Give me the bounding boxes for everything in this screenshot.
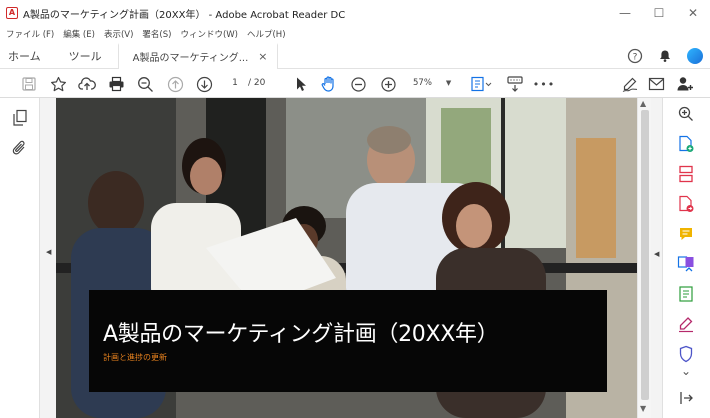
menu-window[interactable]: ウィンドウ(W) <box>180 28 238 40</box>
share-user-icon[interactable] <box>674 73 696 95</box>
toolbar: 1 / 20 57% ▼ ••• <box>0 69 710 98</box>
create-pdf-icon[interactable] <box>676 134 696 154</box>
window-controls: — ☐ ✕ <box>608 0 710 26</box>
tab-bar-right: ? <box>620 43 710 69</box>
page-down-icon[interactable] <box>193 73 215 95</box>
minimize-button[interactable]: — <box>608 0 642 26</box>
left-navigation-pane <box>0 98 40 418</box>
tab-bar: ホーム ツール A製品のマーケティング... × ? <box>0 42 710 69</box>
sign-icon[interactable] <box>619 73 641 95</box>
menu-view[interactable]: 表示(V) <box>104 28 133 40</box>
chevron-down-icon: ▼ <box>445 79 452 87</box>
acrobat-icon: A <box>6 7 18 19</box>
print-icon[interactable] <box>105 73 127 95</box>
title-bar: A A製品のマーケティング計画（20XX年） - Adobe Acrobat R… <box>0 0 710 26</box>
menu-bar: ファイル (F) 編集 (E) 表示(V) 署名(S) ウィンドウ(W) ヘルプ… <box>0 26 295 42</box>
menu-help[interactable]: ヘルプ(H) <box>247 28 286 40</box>
zoom-select[interactable]: 57% ▼ <box>413 75 459 91</box>
tab-home[interactable]: ホーム <box>0 43 55 69</box>
close-window-button[interactable]: ✕ <box>676 0 710 26</box>
save-icon[interactable] <box>18 73 40 95</box>
zoom-out-magnifier-icon[interactable] <box>134 73 156 95</box>
scroll-thumb[interactable] <box>641 110 649 400</box>
zoom-out-icon[interactable] <box>347 73 369 95</box>
zoom-value: 57% <box>413 78 432 88</box>
zoom-search-icon[interactable] <box>676 104 696 124</box>
zoom-in-icon[interactable] <box>377 73 399 95</box>
account-avatar-icon[interactable] <box>680 43 710 69</box>
document-page: A製品のマーケティング計画（20XX年） 計画と進捗の更新 <box>56 98 637 418</box>
window-title: A製品のマーケティング計画（20XX年） - Adobe Acrobat Rea… <box>23 9 346 21</box>
email-icon[interactable] <box>645 73 667 95</box>
document-title: A製品のマーケティング計画（20XX年） <box>103 322 499 347</box>
upload-cloud-icon[interactable] <box>76 73 98 95</box>
comment-icon[interactable] <box>676 224 696 244</box>
tab-document-label: A製品のマーケティング... <box>132 53 249 64</box>
attachment-paperclip-icon[interactable] <box>10 138 30 158</box>
menu-edit[interactable]: 編集 (E) <box>63 28 95 40</box>
bookmark-star-icon[interactable] <box>47 73 69 95</box>
maximize-button[interactable]: ☐ <box>642 0 676 26</box>
document-subtitle: 計画と進捗の更新 <box>103 353 167 362</box>
tab-close-icon[interactable]: × <box>258 50 267 63</box>
keyboard-scroll-icon[interactable] <box>504 73 526 95</box>
title-banner: A製品のマーケティング計画（20XX年） 計画と進捗の更新 <box>89 290 607 392</box>
vertical-scrollbar[interactable]: ▲ ▼ <box>637 98 651 418</box>
scroll-up-icon[interactable]: ▲ <box>640 99 646 108</box>
page-number-input[interactable]: 1 <box>226 75 244 91</box>
tab-document[interactable]: A製品のマーケティング... × <box>117 42 279 69</box>
expand-panel-icon[interactable] <box>676 388 696 408</box>
combine-files-icon[interactable] <box>676 254 696 274</box>
scroll-down-icon[interactable]: ▼ <box>640 404 646 413</box>
tools-pane: ⌄ <box>662 98 710 418</box>
edit-pdf-icon[interactable] <box>676 284 696 304</box>
notification-bell-icon[interactable] <box>650 43 680 69</box>
select-cursor-icon[interactable] <box>290 73 312 95</box>
tab-tools[interactable]: ツール <box>55 43 116 69</box>
hand-tool-icon[interactable] <box>318 73 340 95</box>
more-icon[interactable]: ••• <box>533 73 555 95</box>
collapse-left-pane-icon[interactable]: ◀ <box>46 248 51 256</box>
fill-sign-icon[interactable] <box>676 314 696 334</box>
menu-sign[interactable]: 署名(S) <box>142 28 171 40</box>
chevron-down-icon[interactable]: ⌄ <box>676 361 696 381</box>
menu-file[interactable]: ファイル (F) <box>6 28 54 40</box>
page-fit-icon[interactable] <box>468 73 496 95</box>
page-thumbnails-icon[interactable] <box>10 108 30 128</box>
collapse-right-pane-icon[interactable]: ◀ <box>654 250 659 258</box>
page-total: / 20 <box>248 78 266 88</box>
svg-text:?: ? <box>633 52 638 62</box>
help-icon[interactable]: ? <box>620 43 650 69</box>
organize-pages-icon[interactable] <box>676 164 696 184</box>
export-pdf-icon[interactable] <box>676 194 696 214</box>
page-up-icon[interactable] <box>164 73 186 95</box>
